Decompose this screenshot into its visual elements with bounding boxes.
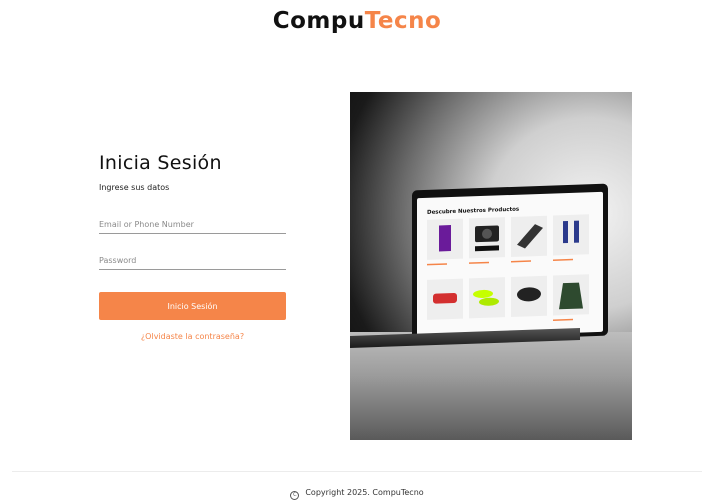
- laptop-icon: [511, 215, 547, 257]
- hero-floor: [350, 332, 632, 440]
- login-subtitle: Ingrese sus datos: [99, 183, 170, 192]
- login-button[interactable]: Inicio Sesión: [99, 292, 286, 320]
- footer: C Copyright 2025. CompuTecno: [0, 488, 714, 500]
- gamepad-icon: [511, 275, 547, 317]
- laptop-notch: [495, 188, 523, 194]
- product-grid: [427, 214, 589, 321]
- laptop-display: Descubre Nuestros Productos: [417, 191, 603, 339]
- phone-box-icon: [427, 218, 463, 260]
- jacket-icon: [553, 274, 589, 316]
- email-input[interactable]: [99, 216, 286, 234]
- forgot-password-link[interactable]: ¿Olvidaste la contraseña?: [99, 332, 286, 341]
- hero-image: Descubre Nuestros Productos: [350, 92, 632, 440]
- password-input[interactable]: [99, 252, 286, 270]
- laptop-screen: Descubre Nuestros Productos: [412, 183, 608, 343]
- login-title: Inicia Sesión: [99, 152, 222, 174]
- sneaker-icon: [469, 277, 505, 319]
- brand-part-tecno: Tecno: [364, 8, 442, 34]
- toy-car-icon: [427, 278, 463, 320]
- footer-divider: [12, 471, 702, 472]
- footer-text: Copyright 2025. CompuTecno: [305, 488, 424, 497]
- brand-part-compu: Compu: [272, 8, 365, 34]
- camera-icon: [469, 217, 505, 259]
- login-form: Inicia Sesión Ingrese sus datos Inicio S…: [99, 152, 286, 341]
- chair-icon: [553, 214, 589, 256]
- copyright-icon: C: [290, 491, 300, 500]
- brand-logo: CompuTecno: [0, 8, 714, 34]
